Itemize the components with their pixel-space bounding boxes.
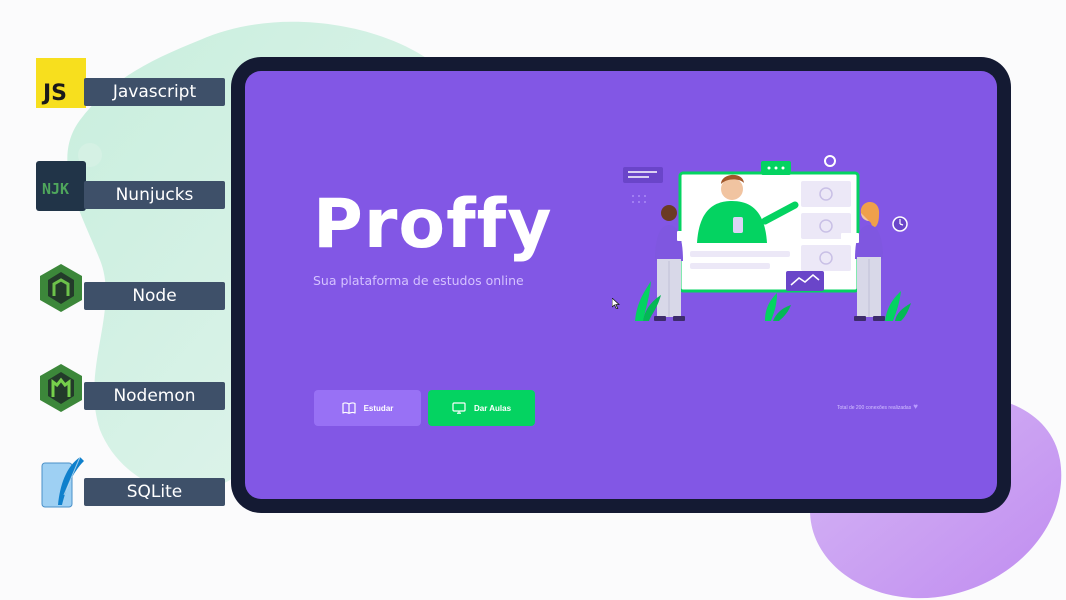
svg-text:JS: JS (41, 81, 67, 106)
hero-illustration (623, 155, 911, 321)
tagline: Sua plataforma de estudos online (313, 273, 524, 288)
badge-label: Nunjucks (84, 181, 225, 209)
badge-node: Node (36, 262, 225, 314)
badge-sqlite: SQLite (36, 456, 225, 510)
total-connections-text: Total de 200 conexões realizadas (837, 405, 912, 411)
javascript-logo-icon: JS (36, 58, 86, 108)
badge-nunjucks: NJK Nunjucks (36, 161, 225, 213)
proffy-logo: Proffy (313, 185, 553, 264)
badge-label: Node (84, 282, 225, 310)
badge-javascript: JS Javascript (36, 58, 225, 110)
book-icon (341, 402, 356, 414)
total-connections: Total de 200 conexões realizadas ♥ (837, 402, 918, 411)
nodemon-logo-icon (40, 364, 82, 412)
svg-text:NJK: NJK (42, 180, 69, 198)
nunjucks-logo-icon: NJK (36, 161, 86, 211)
monitor-icon (452, 402, 466, 414)
give-classes-button-label: Dar Aulas (473, 403, 512, 413)
badge-label: Nodemon (84, 382, 225, 410)
give-classes-button[interactable]: Dar Aulas (428, 390, 535, 426)
badge-label: Javascript (84, 78, 225, 106)
tablet-frame: Proffy Sua plataforma de estudos online (231, 57, 1011, 513)
mouse-pointer-icon (612, 298, 620, 309)
study-button-label: Estudar (363, 403, 394, 413)
sqlite-logo-icon (41, 456, 84, 508)
purple-heart-icon: ♥ (913, 402, 918, 411)
app-landing-screen: Proffy Sua plataforma de estudos online (245, 71, 997, 499)
badge-label: SQLite (84, 478, 225, 506)
study-button[interactable]: Estudar (314, 390, 421, 426)
badge-nodemon: Nodemon (36, 362, 225, 414)
node-logo-icon (40, 264, 82, 312)
